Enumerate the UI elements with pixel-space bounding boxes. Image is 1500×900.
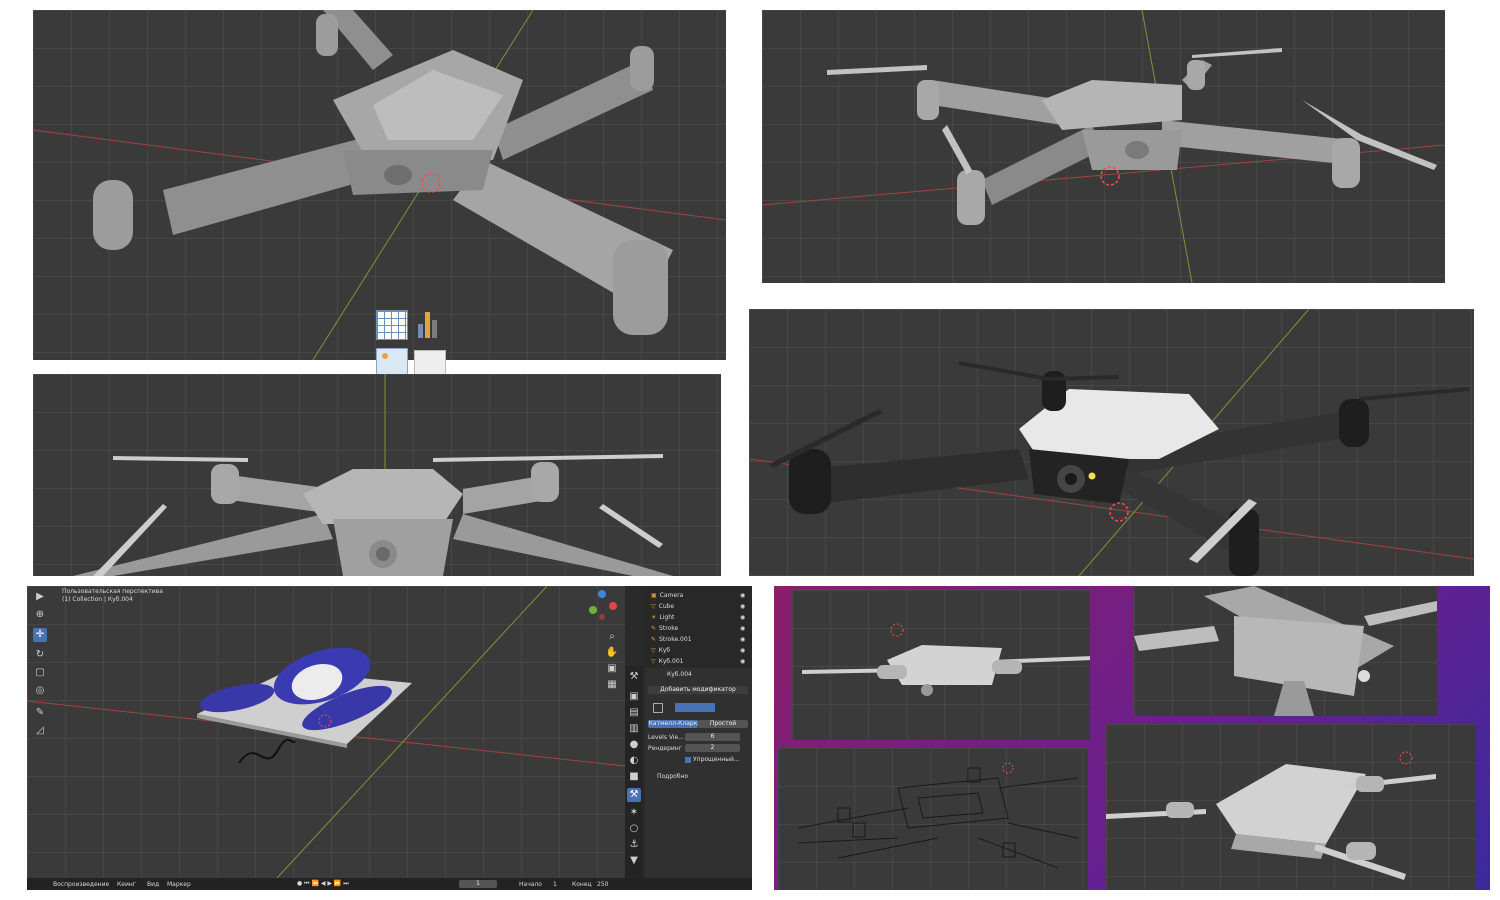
particles-tab-icon[interactable]: ✶ (627, 806, 641, 820)
end-label: Конец (572, 881, 592, 888)
simplified-label: Упрощенный... (693, 756, 740, 763)
details-label[interactable]: Подробно (657, 773, 688, 780)
camera-view-icon[interactable]: ▣ (605, 662, 619, 676)
properties-tabs: ⚒ ▣ ▤ ▥ ● ◐ ■ ⚒ ✶ ○ ⚓ ▼ (625, 666, 643, 878)
blank-image-icon[interactable] (414, 350, 446, 376)
drone-propeller-render (762, 10, 1445, 283)
object-tab-icon[interactable]: ■ (627, 770, 641, 784)
outliner-item[interactable]: ✎ Stroke.001 (651, 634, 692, 644)
collage-render-3 (778, 748, 1088, 890)
viewport-nav-buttons: ⌕ ✋ ▣ ▦ (605, 630, 621, 690)
spreadsheet-icon[interactable] (376, 310, 408, 340)
cursor-icon[interactable]: ⊕ (33, 608, 47, 622)
outliner-item[interactable]: ☀ Light (651, 612, 674, 622)
blender-editor: Пользовательская перспектива (1) Collect… (27, 586, 752, 890)
levels-field[interactable]: 6 (685, 733, 740, 741)
scene-tab-icon[interactable]: ● (627, 738, 641, 752)
constraints-tab-icon[interactable]: ⚓ (627, 838, 641, 852)
insert-icons (372, 306, 447, 378)
outliner-item[interactable]: ▽ Cube (651, 601, 674, 611)
sculpt-object-render (27, 586, 625, 878)
timeline-bar: Воспроизведение Кеинг Вид Маркер ● ⏮ ⏪ ◀… (27, 878, 752, 890)
current-frame-field[interactable]: 1 (459, 880, 497, 888)
properties-panel: Куб.004 Добавить модификатор Катмелл-Кла… (645, 668, 752, 878)
render-tab-icon[interactable]: ▣ (627, 690, 641, 704)
bar-chart-icon[interactable] (416, 310, 442, 338)
tab-catmull-clark[interactable]: Катмелл-Кларк (648, 720, 698, 728)
object-name[interactable]: Куб.004 (667, 671, 692, 678)
collage-render-1 (792, 590, 1090, 740)
viewport-drone-top-right (762, 10, 1445, 283)
start-field[interactable]: 1 (553, 881, 557, 888)
view-layer-tab-icon[interactable]: ▥ (627, 722, 641, 736)
hand-icon[interactable]: ✋ (605, 646, 619, 660)
physics-tab-icon[interactable]: ○ (627, 822, 641, 836)
rotate-icon[interactable]: ↻ (33, 648, 47, 662)
zoom-icon[interactable]: ⌕ (605, 630, 619, 644)
data-tab-icon[interactable]: ▼ (627, 854, 641, 868)
playback-controls[interactable]: ● ⏮ ⏪ ◀ ▶ ⏩ ⏭ (297, 880, 349, 888)
move-icon[interactable]: ✛ (33, 628, 47, 642)
outliner-item[interactable]: ▣ Camera (651, 590, 683, 600)
collage-render-2 (1134, 586, 1437, 716)
simplified-checkbox[interactable] (685, 757, 691, 763)
levels-label: Levels Vie... (648, 734, 684, 741)
eye-icon[interactable]: ◉ ◉ ◉ ◉ ◉ ◉ ◉ (740, 590, 745, 667)
drone-front-render (73, 374, 673, 576)
outliner-item[interactable]: ▽ Куб.001 (651, 656, 684, 666)
transform-icon[interactable]: ◎ (33, 684, 47, 698)
tool-tab-icon[interactable]: ⚒ (627, 670, 641, 684)
outliner: ▣ Camera ▽ Cube ☀ Light ✎ Stroke ✎ Stroke.001… (645, 586, 752, 666)
tab-simple[interactable]: Простой (698, 720, 748, 728)
drone-dark-render (749, 309, 1474, 576)
3d-viewport[interactable]: Пользовательская перспектива (1) Collect… (27, 586, 625, 878)
add-modifier-dropdown[interactable]: Добавить модификатор (648, 686, 748, 694)
world-tab-icon[interactable]: ◐ (627, 754, 641, 768)
end-field[interactable]: 250 (597, 881, 608, 888)
render-label: Рендеринг (648, 745, 682, 752)
modifier-tab-icon[interactable]: ⚒ (627, 788, 641, 802)
viewport-drone-mid-left (33, 374, 721, 576)
navigation-gizmo[interactable] (579, 588, 621, 624)
outliner-item[interactable]: ▽ Куб (651, 645, 670, 655)
left-toolbar: ▶ ⊕ ✛ ↻ ▢ ◎ ✎ ◿ (33, 588, 49, 738)
view-menu[interactable]: Вид (147, 881, 159, 888)
grid-icon[interactable]: ▦ (605, 678, 619, 692)
scale-icon[interactable]: ▢ (33, 666, 47, 680)
output-tab-icon[interactable]: ▤ (627, 706, 641, 720)
annotate-icon[interactable]: ✎ (33, 706, 47, 720)
keying-menu[interactable]: Кеинг (117, 881, 136, 888)
outliner-item[interactable]: ✎ Stroke (651, 623, 678, 633)
marker-menu[interactable]: Маркер (167, 881, 191, 888)
collage-render-4 (1106, 724, 1476, 890)
measure-icon[interactable]: ◿ (33, 724, 47, 738)
collage-purple (774, 586, 1490, 890)
select-cursor-icon[interactable]: ▶ (33, 590, 47, 604)
start-label: Начало (519, 881, 542, 888)
modifier-header-icons (653, 703, 743, 713)
viewport-drone-mid-right (749, 309, 1474, 576)
render-field[interactable]: 2 (685, 744, 740, 752)
playback-menu[interactable]: Воспроизведение (53, 881, 109, 888)
